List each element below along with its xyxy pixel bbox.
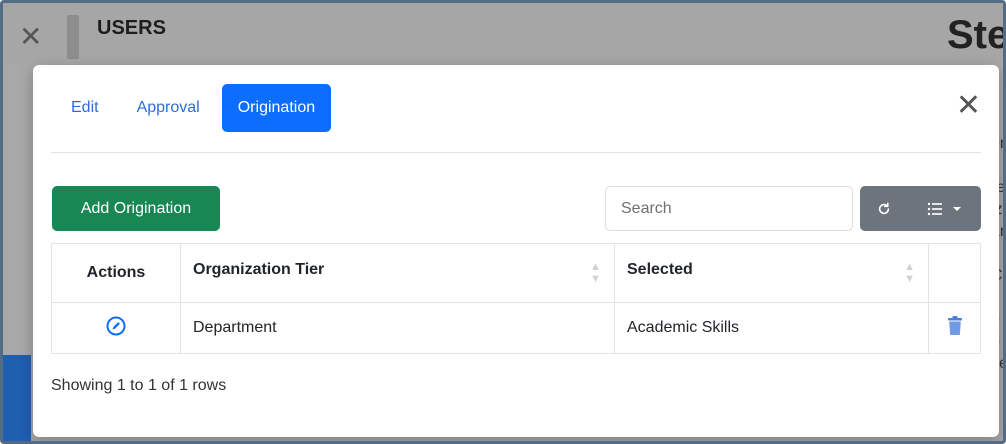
tab-approval[interactable]: Approval bbox=[121, 84, 216, 132]
add-origination-button[interactable]: Add Origination bbox=[52, 186, 220, 231]
background-scroll-handle[interactable] bbox=[67, 15, 79, 59]
column-header-label: Selected bbox=[627, 261, 693, 278]
close-icon[interactable]: ✕ bbox=[956, 91, 981, 121]
origination-table: Actions Organization Tier ▲ ▼ Selected ▲ ▼ bbox=[51, 243, 981, 354]
sort-icon: ▲ ▼ bbox=[590, 261, 601, 285]
refresh-icon bbox=[878, 202, 890, 214]
sort-icon: ▲ ▼ bbox=[904, 261, 915, 285]
tabs-divider bbox=[51, 152, 981, 153]
background-page: ✕ USERS Ste or u re iz ar ti C c o p Je … bbox=[0, 0, 1006, 444]
table-toolbar bbox=[860, 186, 981, 231]
modal-tabs: Edit Approval Origination bbox=[55, 84, 332, 132]
column-header-actions: Actions bbox=[51, 243, 181, 303]
tab-edit[interactable]: Edit bbox=[55, 84, 115, 132]
column-header-selected[interactable]: Selected ▲ ▼ bbox=[614, 243, 929, 303]
background-blue-strip bbox=[3, 355, 31, 441]
edit-icon[interactable] bbox=[106, 316, 126, 341]
column-header-delete bbox=[928, 243, 981, 303]
search-input[interactable] bbox=[605, 186, 853, 231]
origination-modal: Edit Approval Origination ✕ Add Originat… bbox=[33, 65, 999, 437]
background-close-icon[interactable]: ✕ bbox=[19, 23, 42, 51]
pagination-info: Showing 1 to 1 of 1 rows bbox=[51, 377, 227, 394]
actions-cell bbox=[51, 302, 181, 354]
caret-down-icon bbox=[952, 206, 961, 211]
background-title: USERS bbox=[97, 17, 166, 39]
tab-origination[interactable]: Origination bbox=[221, 84, 332, 132]
table-header-row: Actions Organization Tier ▲ ▼ Selected ▲ ▼ bbox=[51, 243, 981, 303]
columns-dropdown-button[interactable] bbox=[908, 186, 981, 231]
background-heading: Ste bbox=[947, 13, 1006, 57]
organization-tier-cell: Department bbox=[180, 302, 615, 354]
refresh-button[interactable] bbox=[860, 186, 908, 231]
trash-icon[interactable] bbox=[947, 315, 963, 341]
delete-cell bbox=[928, 302, 981, 354]
table-row: Department Academic Skills bbox=[51, 302, 981, 354]
column-header-label: Organization Tier bbox=[193, 261, 325, 278]
column-header-organization-tier[interactable]: Organization Tier ▲ ▼ bbox=[180, 243, 615, 303]
selected-cell: Academic Skills bbox=[614, 302, 929, 354]
columns-list-icon bbox=[928, 202, 943, 215]
